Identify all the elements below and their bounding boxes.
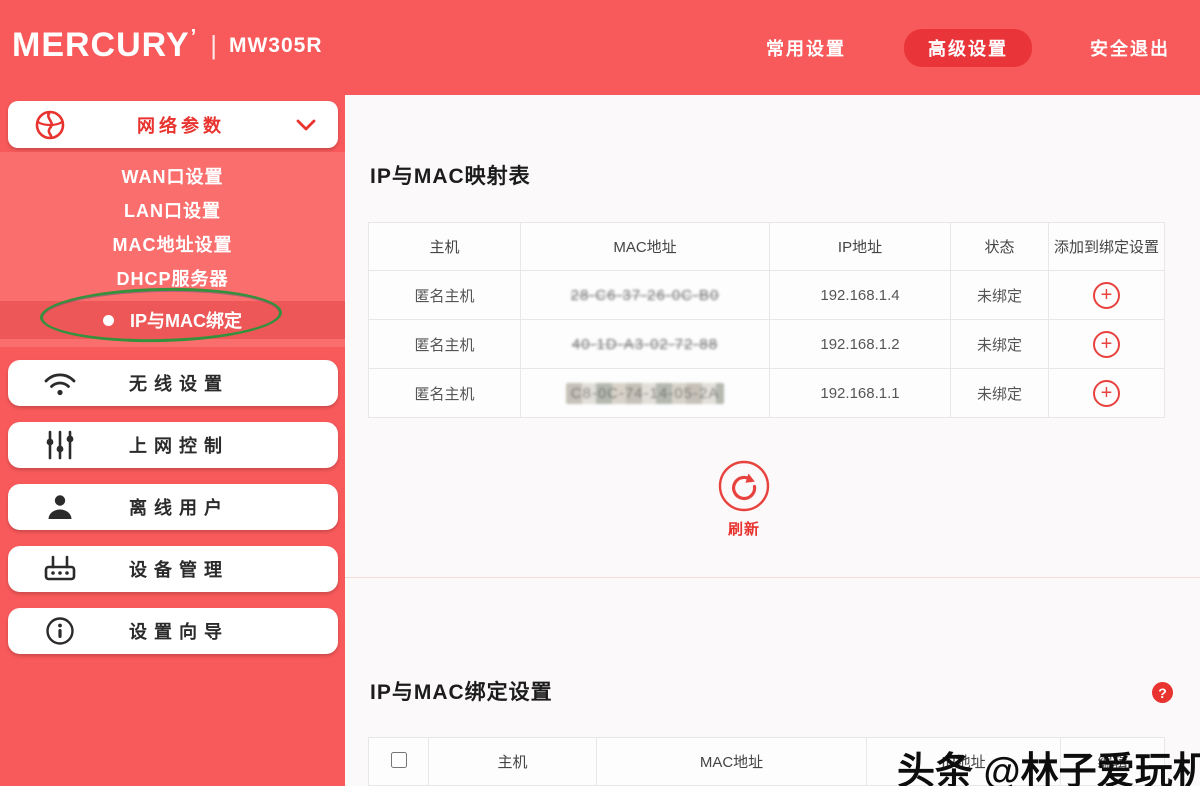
toutiao-watermark: 头条 @林子爱玩机 (897, 740, 1200, 786)
sidebar: 网络参数 WAN口设置 LAN口设置 MAC地址设置 DHCP服务器 IP与MA… (0, 95, 345, 786)
network-submenu: WAN口设置 LAN口设置 MAC地址设置 DHCP服务器 IP与MAC绑定 (0, 152, 345, 347)
sidebar-item-device-management[interactable]: 设备管理 (8, 546, 338, 592)
plus-circle-icon[interactable]: + (1093, 380, 1120, 407)
active-dot-icon (103, 315, 114, 326)
status-cell: 未绑定 (951, 369, 1049, 418)
ip-cell: 192.168.1.2 (770, 320, 951, 369)
table-header-row: 主机 MAC地址 IP地址 状态 添加到绑定设置 (369, 223, 1165, 271)
col-add-binding: 添加到绑定设置 (1049, 223, 1165, 271)
user-icon (40, 492, 80, 522)
col-status: 状态 (951, 223, 1049, 271)
chevron-down-icon (296, 119, 316, 131)
sidebar-item-label: 无线设置 (80, 370, 278, 396)
mac-cell-mosaic: C8-0C-74-14-05-2A (566, 383, 725, 404)
wifi-icon (40, 369, 80, 397)
submenu-item-lan[interactable]: LAN口设置 (0, 194, 345, 228)
submenu-item-dhcp[interactable]: DHCP服务器 (0, 262, 345, 296)
sidebar-item-label: 离线用户 (80, 494, 278, 520)
brand-mark: ’ (191, 26, 197, 49)
sidebar-item-network-params[interactable]: 网络参数 (8, 101, 338, 148)
router-icon (40, 554, 80, 584)
submenu-item-label: IP与MAC绑定 (130, 307, 242, 333)
table-row: 匿名主机 40-1D-A3-02-72-88 192.168.1.2 未绑定 + (369, 320, 1165, 369)
table-row: 匿名主机 C8-0C-74-14-05-2A 192.168.1.1 未绑定 + (369, 369, 1165, 418)
logo-divider: | (210, 30, 217, 61)
nav-safe-logout[interactable]: 安全退出 (1080, 29, 1180, 67)
table-row: 匿名主机 28-C6-37-26-0C-B0 192.168.1.4 未绑定 + (369, 271, 1165, 320)
col-mac: MAC地址 (597, 738, 867, 786)
ip-mac-mapping-table: 主机 MAC地址 IP地址 状态 添加到绑定设置 匿名主机 28-C6-37-2… (368, 222, 1165, 418)
host-cell: 匿名主机 (369, 369, 521, 418)
ip-cell: 192.168.1.1 (770, 369, 951, 418)
mapping-table-title: IP与MAC映射表 (370, 160, 531, 190)
submenu-item-wan[interactable]: WAN口设置 (0, 160, 345, 194)
main-content: IP与MAC映射表 主机 MAC地址 IP地址 状态 添加到绑定设置 匿名主机 … (345, 95, 1200, 786)
sidebar-item-wireless[interactable]: 无线设置 (8, 360, 338, 406)
select-all-checkbox[interactable] (391, 752, 407, 768)
refresh-label: 刷新 (714, 518, 774, 539)
sidebar-item-label: 上网控制 (80, 432, 278, 458)
sidebar-item-label: 设备管理 (80, 556, 278, 582)
model-name: MW305R (229, 34, 323, 58)
status-cell: 未绑定 (951, 320, 1049, 369)
sidebar-item-label: 网络参数 (66, 112, 296, 138)
nav-advanced-settings[interactable]: 高级设置 (904, 29, 1032, 67)
globe-icon (34, 109, 66, 141)
sliders-icon (40, 430, 80, 460)
col-mac: MAC地址 (521, 223, 770, 271)
host-cell: 匿名主机 (369, 320, 521, 369)
sidebar-item-offline-users[interactable]: 离线用户 (8, 484, 338, 530)
submenu-item-ip-mac-binding[interactable]: IP与MAC绑定 (0, 301, 345, 339)
plus-circle-icon[interactable]: + (1093, 282, 1120, 309)
sidebar-item-access-control[interactable]: 上网控制 (8, 422, 338, 468)
mac-cell-blurred: 40-1D-A3-02-72-88 (572, 336, 718, 353)
submenu-item-mac-address[interactable]: MAC地址设置 (0, 228, 345, 262)
top-navigation: 常用设置 高级设置 安全退出 (756, 29, 1180, 67)
nav-common-settings[interactable]: 常用设置 (756, 29, 856, 67)
brand-logo: MERCURY’ | MW305R (12, 26, 323, 65)
sidebar-item-label: 设置向导 (80, 618, 278, 644)
mac-cell-blurred: 28-C6-37-26-0C-B0 (571, 287, 720, 304)
sidebar-item-setup-wizard[interactable]: 设置向导 (8, 608, 338, 654)
status-cell: 未绑定 (951, 271, 1049, 320)
section-divider (345, 577, 1200, 578)
topbar: MERCURY’ | MW305R 常用设置 高级设置 安全退出 (0, 0, 1200, 95)
refresh-button[interactable]: 刷新 (714, 458, 774, 539)
ip-cell: 192.168.1.4 (770, 271, 951, 320)
refresh-icon (714, 458, 774, 514)
plus-circle-icon[interactable]: + (1093, 331, 1120, 358)
col-host: 主机 (429, 738, 597, 786)
brand-name: MERCURY (12, 26, 190, 65)
col-ip: IP地址 (770, 223, 951, 271)
host-cell: 匿名主机 (369, 271, 521, 320)
router-admin-page: MERCURY’ | MW305R 常用设置 高级设置 安全退出 网络参数 (0, 0, 1200, 786)
info-icon (40, 616, 80, 646)
binding-settings-title: IP与MAC绑定设置 (370, 676, 553, 706)
help-question-icon[interactable]: ? (1152, 682, 1173, 703)
col-host: 主机 (369, 223, 521, 271)
